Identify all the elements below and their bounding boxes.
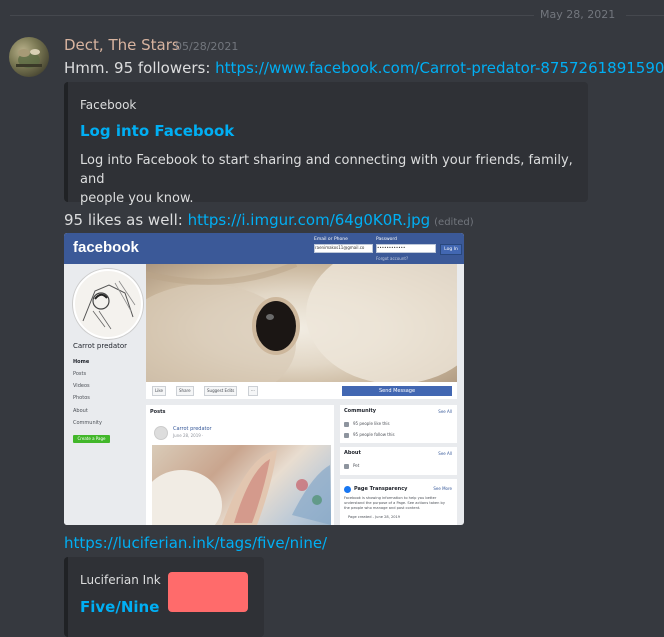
fb-top-bar: facebook Email or Phone Password raenima…	[64, 233, 464, 264]
fb-password-input: ••••••••••••	[376, 244, 436, 253]
embed2-provider[interactable]: Luciferian Ink	[80, 573, 161, 587]
message-line-2: 95 likes as well: https://i.imgur.com/64…	[64, 211, 474, 229]
fb-transparency-header: Page Transparency	[354, 486, 408, 492]
fb-post-date: June 28, 2019 ·	[173, 433, 204, 438]
imgur-link[interactable]: https://i.imgur.com/64g0K0R.jpg	[188, 211, 431, 229]
luciferian-link[interactable]: https://luciferian.ink/tags/five/nine/	[64, 534, 327, 552]
fb-likes-row: 95 people like this	[353, 421, 390, 426]
fb-page-name: Carrot predator	[73, 342, 128, 350]
embed2-thumbnail[interactable]	[168, 572, 248, 612]
embed-description: Log into Facebook to start sharing and c…	[80, 151, 588, 208]
fb-posts-header: Posts	[150, 409, 166, 415]
fb-about-card: About See All Pet	[340, 447, 457, 475]
fb-about-see-all: See All	[438, 451, 452, 456]
fb-suggest-edits-button: Suggest Edits	[204, 386, 238, 396]
fb-posts-card: Posts Carrot predator June 28, 2019 ·	[146, 405, 334, 525]
embed-description-line-1: Log into Facebook to start sharing and c…	[80, 153, 573, 187]
fb-nav-about: About	[73, 408, 88, 414]
fb-rabbit-eye-drawing	[146, 264, 457, 382]
fb-profile-picture	[73, 269, 143, 339]
fb-category-icon	[344, 464, 349, 469]
fb-logo: facebook	[73, 239, 139, 256]
fb-forgot-link: Forgot account?	[376, 256, 409, 261]
fb-post-photo	[152, 445, 331, 525]
fb-community-card: Community See All 95 people like this 95…	[340, 405, 457, 443]
date-divider: May 28, 2021	[0, 0, 664, 32]
message-line-1: Hmm. 95 followers: https://www.facebook.…	[64, 59, 664, 77]
fb-like-button: Like	[152, 386, 166, 396]
fb-nav-photos: Photos	[73, 395, 90, 401]
fb-email-label: Email or Phone	[314, 237, 348, 242]
message-line-3: https://luciferian.ink/tags/five/nine/	[64, 534, 327, 552]
fb-follow-count-icon	[344, 433, 349, 438]
message-timestamp: 05/28/2021	[175, 40, 239, 53]
fb-nav-videos: Videos	[73, 383, 90, 389]
fb-login-button: Log In	[440, 244, 462, 255]
fb-post-author: Carrot predator	[173, 426, 212, 432]
divider-line-right	[626, 15, 664, 16]
fb-post-photo-drawing	[152, 450, 331, 525]
fb-actions-bar: Like Share Suggest Edits ··· Send Messag…	[146, 382, 457, 399]
fb-profile-drawing	[75, 271, 141, 337]
fb-post-avatar	[154, 426, 168, 440]
fb-transparency-see-more: See More	[433, 486, 452, 491]
edited-marker: (edited)	[434, 217, 474, 228]
message-text-2: 95 likes as well:	[64, 211, 188, 229]
fb-category-row: Pet	[353, 463, 360, 468]
fb-transparency-text-3: the people who manage and post content.	[344, 506, 421, 510]
embed-title-link[interactable]: Log into Facebook	[80, 122, 234, 140]
fb-share-button: Share	[176, 386, 194, 396]
fb-transparency-card: Page Transparency See More Facebook is s…	[340, 479, 457, 525]
fb-cover-photo	[146, 264, 457, 382]
embed2-title-link[interactable]: Five/Nine	[80, 598, 159, 616]
fb-about-header: About	[344, 450, 361, 456]
facebook-f-icon	[344, 486, 351, 493]
fb-community-header: Community	[344, 408, 377, 414]
luciferian-embed: Luciferian Ink Five/Nine	[64, 557, 264, 637]
embed-provider[interactable]: Facebook	[80, 98, 136, 112]
author-avatar[interactable]	[9, 37, 49, 77]
fb-email-input: raenimakos11@gmail.co	[314, 244, 373, 253]
fb-password-label: Password	[376, 237, 398, 242]
facebook-link[interactable]: https://www.facebook.com/Carrot-predator…	[215, 59, 664, 77]
message-author[interactable]: Dect, The Stars	[64, 36, 180, 54]
fb-nav-home: Home	[73, 359, 90, 365]
fb-page-created: Page created - June 28, 2019	[348, 515, 401, 519]
fb-like-count-icon	[344, 422, 349, 427]
embed-description-line-2: people you know.	[80, 191, 194, 206]
fb-follows-row: 95 people follow this	[353, 432, 395, 437]
avatar-image	[16, 49, 42, 68]
divider-line-left	[10, 15, 534, 16]
fb-send-message-button: Send Message	[342, 386, 452, 396]
fb-nav-posts: Posts	[73, 371, 87, 377]
fb-nav-community: Community	[73, 420, 102, 426]
fb-more-button: ···	[248, 386, 258, 396]
fb-create-page-button: Create a Page	[73, 435, 110, 443]
message-text-1: Hmm. 95 followers:	[64, 59, 216, 77]
fb-community-see-all: See All	[438, 409, 452, 414]
facebook-screenshot-image[interactable]: facebook Email or Phone Password raenima…	[64, 233, 464, 525]
facebook-embed: Facebook Log into Facebook Log into Face…	[64, 82, 588, 206]
date-divider-text: May 28, 2021	[540, 8, 616, 21]
